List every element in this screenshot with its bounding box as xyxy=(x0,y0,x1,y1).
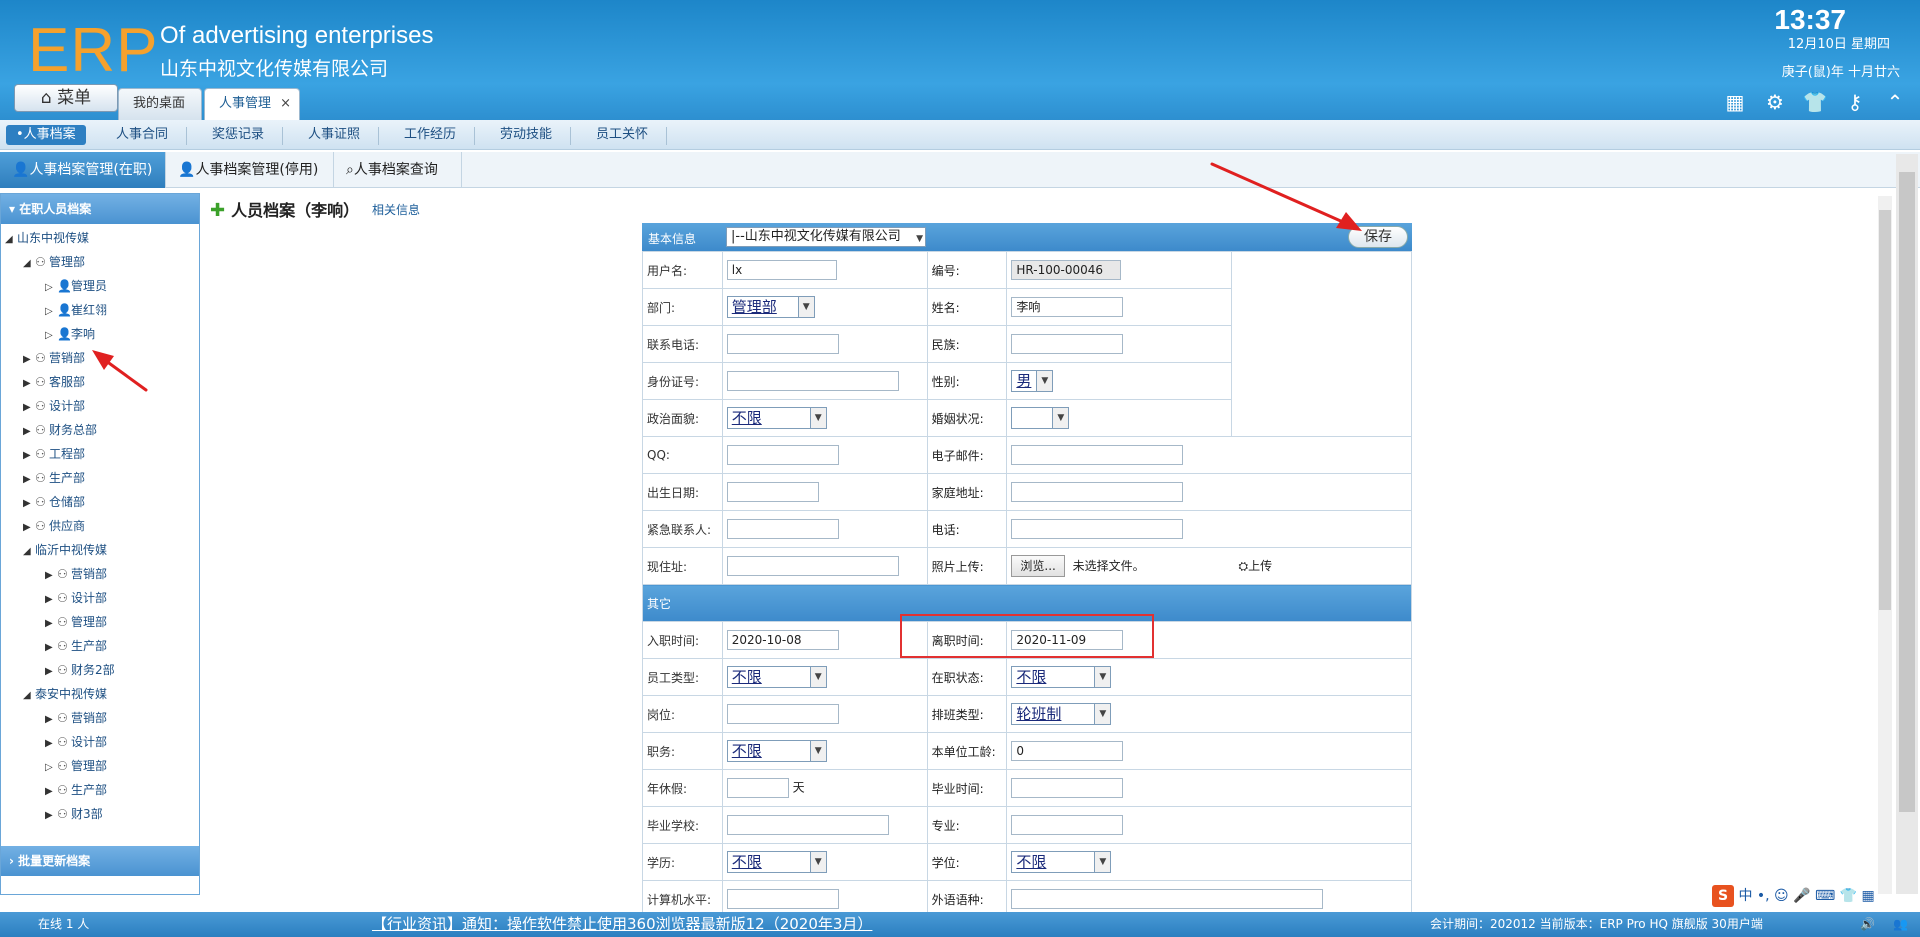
online-count: 在线 1 人 xyxy=(38,917,90,931)
ime-toolbar[interactable]: S 中 •, ☺ 🎤 ⌨ 👕 ▦ xyxy=(1712,885,1875,907)
status-bar: 在线 1 人 【行业资讯】通知：操作软件禁止使用360浏览器最新版12（2020… xyxy=(0,912,1920,937)
page-scrollbar[interactable] xyxy=(1896,154,1918,894)
scroll-thumb[interactable] xyxy=(1899,172,1915,812)
content-scrollbar[interactable] xyxy=(1878,196,1892,894)
version-info: 会计期间：202012 当前版本：ERP Pro HQ 旗舰版 30用户端 xyxy=(1430,917,1763,931)
ime-mode: 中 •, ☺ 🎤 ⌨ 👕 ▦ xyxy=(1738,888,1875,904)
notice-link[interactable]: 【行业资讯】通知：操作软件禁止使用360浏览器最新版12（2020年3月） xyxy=(372,912,872,937)
annotation-arrows xyxy=(92,162,1362,392)
arrow-to-save xyxy=(1210,162,1362,231)
sogou-icon: S xyxy=(1712,885,1734,907)
sound-icon[interactable]: 🔊 xyxy=(1860,917,1875,931)
users-icon[interactable]: 👥 xyxy=(1893,917,1908,931)
tray-icons: 🔊 👥 xyxy=(1842,912,1908,937)
scroll-thumb[interactable] xyxy=(1879,210,1891,610)
arrow-to-employee xyxy=(92,350,148,392)
